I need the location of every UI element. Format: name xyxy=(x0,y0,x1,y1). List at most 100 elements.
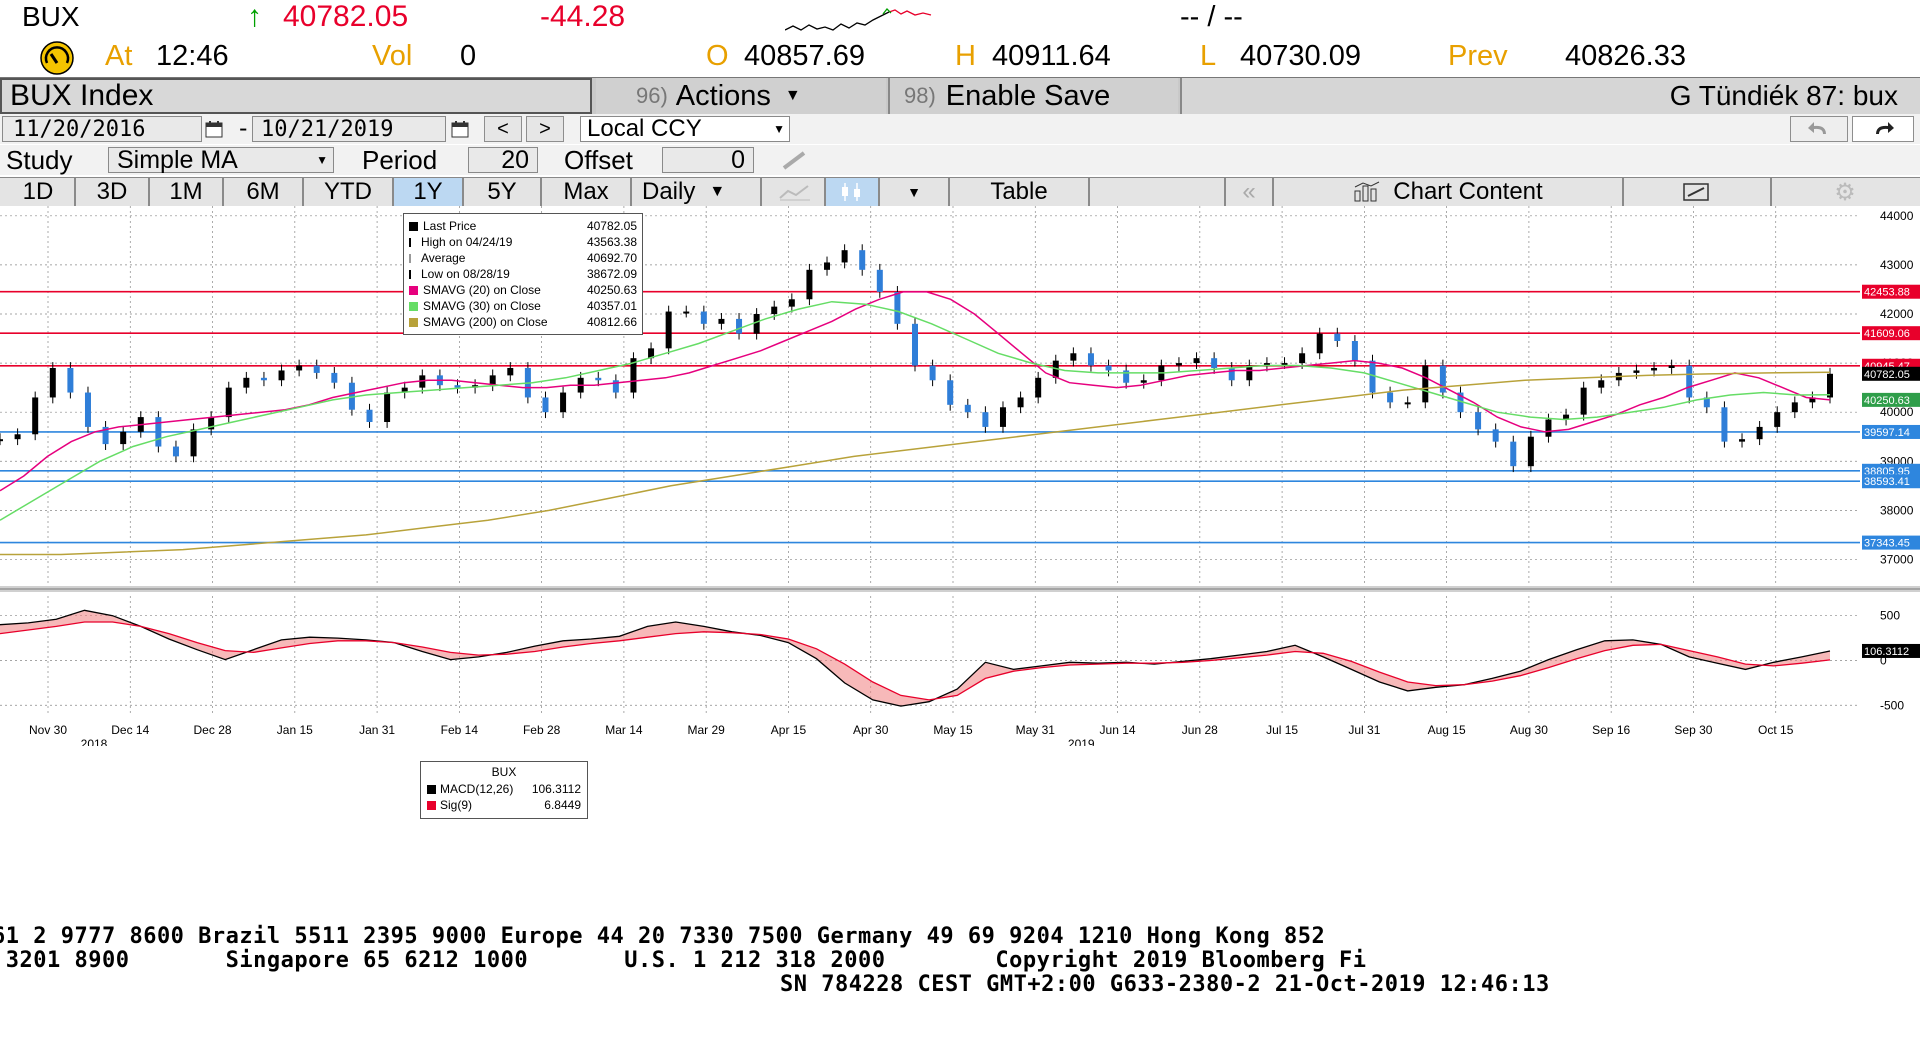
collapse-left-icon[interactable]: « xyxy=(1226,178,1274,206)
legend-row[interactable]: Average 40692.70 xyxy=(409,250,637,266)
macd-value-label: 106.3112 xyxy=(1864,646,1909,658)
legend-label: MACD(12,26) xyxy=(440,782,514,796)
candle-body xyxy=(507,368,514,376)
settings-button[interactable]: ⚙ xyxy=(1772,178,1918,206)
line-chart-type-button[interactable] xyxy=(766,178,826,206)
tab-3d[interactable]: 3D xyxy=(76,178,150,206)
chart-type-dropdown[interactable]: ▼ xyxy=(880,178,950,206)
chart-content-button[interactable]: Chart Content xyxy=(1274,178,1624,206)
tab-ytd[interactable]: YTD xyxy=(304,178,394,206)
macd-legend-row[interactable]: Sig(9) 6.8449 xyxy=(427,797,581,813)
candle-body xyxy=(278,370,285,381)
gauge-icon xyxy=(40,41,74,75)
legend-label: Last Price xyxy=(423,219,477,233)
x-tick-label: Aug 15 xyxy=(1428,723,1466,737)
period-input[interactable]: 20 xyxy=(468,146,538,174)
candle-body xyxy=(366,409,373,422)
frequency-select[interactable]: Daily ▼ xyxy=(632,178,762,206)
low-price: 40730.09 xyxy=(1240,40,1361,72)
currency-select[interactable]: Local CCY ▼ xyxy=(580,115,790,142)
chevron-down-icon: ▼ xyxy=(784,87,801,104)
legend-value: 40250.63 xyxy=(586,283,637,297)
gear-icon: ⚙ xyxy=(1834,178,1856,206)
candle-body xyxy=(1351,341,1358,361)
tab-1y[interactable]: 1Y xyxy=(394,178,464,206)
legend-label: SMAVG (20) on Close xyxy=(423,283,541,297)
candle-body xyxy=(225,387,232,418)
study-select[interactable]: Simple MA ▼ xyxy=(108,146,334,174)
x-tick-label: Feb 14 xyxy=(441,723,479,737)
candle-body xyxy=(1580,387,1587,415)
tab-1m[interactable]: 1M xyxy=(150,178,224,206)
chart-content-icon xyxy=(1354,181,1380,202)
candle-body xyxy=(14,434,21,440)
legend-value: 40812.66 xyxy=(586,315,637,329)
legend-row[interactable]: SMAVG (200) on Close 40812.66 xyxy=(409,314,637,330)
legend-swatch-icon xyxy=(409,301,418,311)
price-legend[interactable]: Last Price 40782.05 High on 04/24/19 43563.… xyxy=(403,213,643,335)
level-label: 42453.88 xyxy=(1864,287,1910,299)
x-tick-label: Jul 31 xyxy=(1348,723,1380,737)
candle-chart-type-button[interactable] xyxy=(826,178,880,206)
candle-body xyxy=(1193,358,1200,364)
offset-label: Offset xyxy=(564,145,633,175)
pen-icon[interactable] xyxy=(780,149,808,176)
macd-y-tick-label: 500 xyxy=(1880,609,1900,623)
bid-ask: -- / -- xyxy=(1180,1,1243,33)
candle-body xyxy=(1387,392,1394,403)
low-label: L xyxy=(1200,40,1217,72)
offset-input[interactable]: 0 xyxy=(662,146,754,174)
candle-body xyxy=(788,299,795,307)
table-button[interactable]: Table xyxy=(950,178,1090,206)
x-tick-label: Mar 29 xyxy=(688,723,726,737)
candle-body xyxy=(313,365,320,373)
tab-1d[interactable]: 1D xyxy=(2,178,76,206)
candle-body xyxy=(49,368,56,398)
undo-button[interactable] xyxy=(1790,116,1848,142)
legend-row[interactable]: Low on 08/28/19 38672.09 xyxy=(409,266,637,282)
candle-body xyxy=(1756,426,1763,440)
enable-save-button[interactable]: 98) Enable Save xyxy=(888,78,1178,114)
tab-6m[interactable]: 6M xyxy=(224,178,304,206)
net-change: -44.28 xyxy=(540,0,626,33)
candle-body xyxy=(700,311,707,324)
candle-body xyxy=(771,306,778,314)
candlestick-icon xyxy=(842,183,860,201)
y-tick-label: 40000 xyxy=(1880,405,1914,419)
candle-body xyxy=(999,407,1006,427)
next-range-button[interactable]: > xyxy=(526,116,564,142)
volume: 0 xyxy=(460,40,477,72)
end-date-input[interactable]: 10/21/2019 xyxy=(252,116,446,142)
legend-row[interactable]: High on 04/24/19 43563.38 xyxy=(409,234,637,250)
axis-value-label: 40250.63 xyxy=(1864,395,1910,407)
candle-body xyxy=(1545,419,1552,437)
candle-body xyxy=(190,429,197,457)
legend-row[interactable]: SMAVG (30) on Close 40357.01 xyxy=(409,298,637,314)
macd-legend-row[interactable]: MACD(12,26) 106.3112 xyxy=(427,781,581,797)
prev-label: Prev xyxy=(1448,40,1508,72)
legend-value: 43563.38 xyxy=(586,235,637,249)
calendar-icon[interactable] xyxy=(451,120,469,143)
annotation-tools-button[interactable] xyxy=(1624,178,1772,206)
actions-menu[interactable]: 96) Actions ▼ xyxy=(596,78,886,114)
macd-legend[interactable]: BUX MACD(12,26) 106.3112 Sig(9) 6.8449 xyxy=(420,761,588,819)
footer-contacts-line1: 61 2 9777 8600 Brazil 5511 2395 9000 Eur… xyxy=(0,924,1326,949)
security-field[interactable]: BUX Index xyxy=(0,78,592,114)
candle-body xyxy=(824,262,831,270)
prev-range-button[interactable]: < xyxy=(484,116,522,142)
quote-time: 12:46 xyxy=(156,40,229,72)
legend-row[interactable]: Last Price 40782.05 xyxy=(409,218,637,234)
price-chart[interactable]: 3700038000390004000041000420004300044000… xyxy=(0,206,1920,746)
candle-body xyxy=(172,446,179,457)
tab-max[interactable]: Max xyxy=(542,178,632,206)
calendar-icon[interactable] xyxy=(205,120,223,143)
tab-5y[interactable]: 5Y xyxy=(464,178,542,206)
legend-value: 40692.70 xyxy=(586,251,637,265)
legend-row[interactable]: SMAVG (20) on Close 40250.63 xyxy=(409,282,637,298)
redo-button[interactable] xyxy=(1852,116,1914,142)
candle-body xyxy=(1527,436,1534,467)
legend-swatch-icon xyxy=(409,269,416,279)
candle-body xyxy=(894,291,901,324)
start-date-input[interactable]: 11/20/2016 xyxy=(2,116,202,142)
candle-body xyxy=(912,323,918,366)
